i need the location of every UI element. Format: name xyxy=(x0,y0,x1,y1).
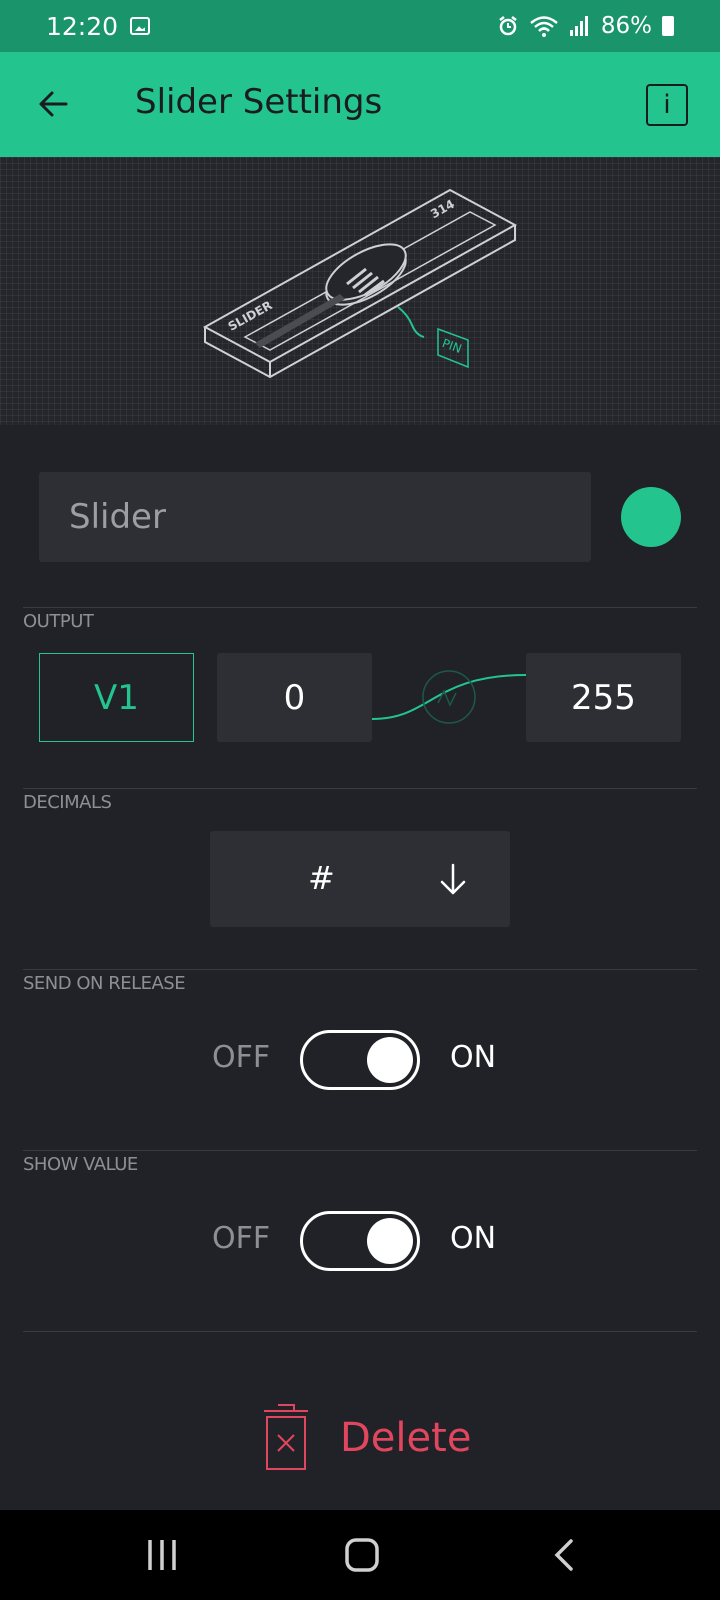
divider xyxy=(23,1331,697,1332)
status-bar: 12:20 86% xyxy=(0,0,720,52)
chevron-left-icon xyxy=(554,1539,573,1571)
toggle-off-label: OFF xyxy=(212,1221,271,1256)
back-button[interactable] xyxy=(534,1530,594,1580)
send-on-release-row: OFF ON xyxy=(0,1030,720,1090)
slider-illustration xyxy=(202,188,518,379)
send-on-release-label: SEND ON RELEASE xyxy=(23,973,186,994)
divider xyxy=(23,969,697,970)
delete-button[interactable]: Delete xyxy=(262,1395,472,1481)
divider xyxy=(23,1150,697,1151)
wifi-icon xyxy=(530,16,558,37)
recent-apps-icon xyxy=(148,1540,176,1570)
trash-icon xyxy=(264,1404,308,1470)
page-title: Slider Settings xyxy=(135,82,383,122)
show-value-row: OFF ON xyxy=(0,1211,720,1271)
image-notification-icon xyxy=(130,17,151,35)
divider xyxy=(23,607,697,608)
info-button[interactable]: i xyxy=(646,84,688,126)
show-value-label: SHOW VALUE xyxy=(23,1154,138,1175)
pin-select[interactable]: V1 xyxy=(39,653,194,742)
toggle-knob xyxy=(367,1218,413,1264)
toggle-on-label: ON xyxy=(450,1221,497,1256)
color-picker[interactable] xyxy=(621,487,681,547)
battery-percent: 86% xyxy=(600,13,652,39)
alarm-icon xyxy=(499,16,517,36)
back-arrow-icon[interactable] xyxy=(34,84,74,124)
widget-illustration: SLIDER 314 PIN xyxy=(0,157,720,425)
app-bar: Slider Settings i xyxy=(0,52,720,157)
decimals-dropdown[interactable]: # xyxy=(210,831,510,927)
send-on-release-toggle[interactable] xyxy=(300,1030,420,1090)
signal-icon xyxy=(569,16,588,36)
show-value-toggle[interactable] xyxy=(300,1211,420,1271)
delete-label: Delete xyxy=(340,1415,472,1461)
status-icons: 86% xyxy=(497,13,674,39)
decimals-value: # xyxy=(308,859,335,897)
output-section-label: OUTPUT xyxy=(23,611,94,632)
max-value-input[interactable]: 255 xyxy=(526,653,681,742)
status-time: 12:20 xyxy=(46,11,119,41)
widget-name-input[interactable]: Slider xyxy=(39,472,591,562)
recent-apps-button[interactable] xyxy=(132,1530,192,1580)
decimals-section-label: DECIMALS xyxy=(23,792,112,813)
toggle-on-label: ON xyxy=(450,1040,497,1075)
system-nav-bar xyxy=(0,1510,720,1600)
arrow-down-icon xyxy=(440,863,466,895)
home-button[interactable] xyxy=(332,1530,392,1580)
mapping-curve-icon xyxy=(372,670,526,724)
min-value-input[interactable]: 0 xyxy=(217,653,372,742)
home-icon xyxy=(345,1538,379,1572)
toggle-off-label: OFF xyxy=(212,1040,271,1075)
divider xyxy=(23,788,697,789)
battery-icon xyxy=(662,16,674,36)
toggle-knob xyxy=(367,1037,413,1083)
